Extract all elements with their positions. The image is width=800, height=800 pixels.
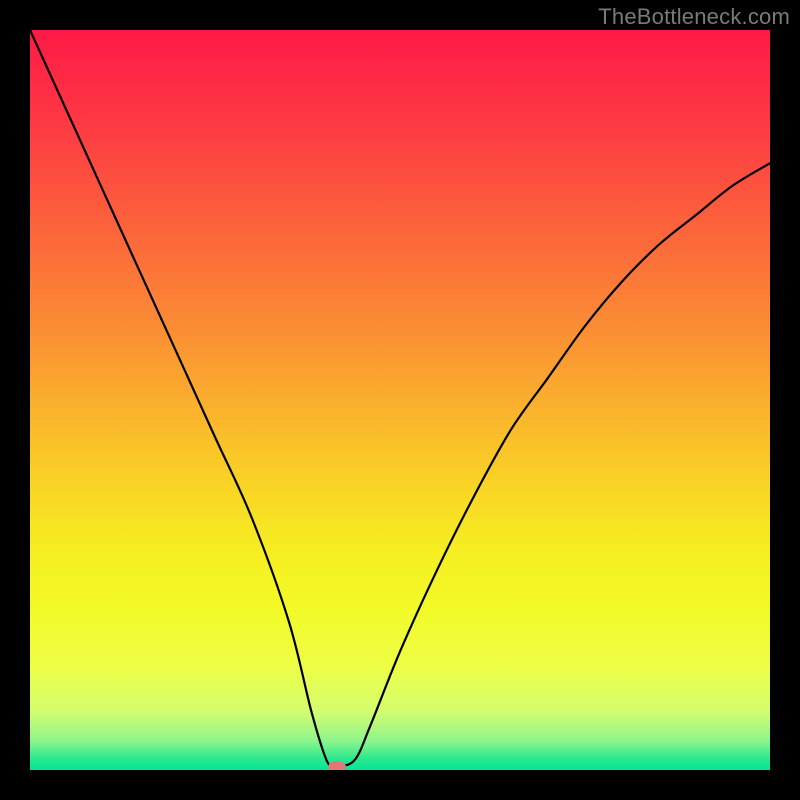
chart-frame: TheBottleneck.com	[0, 0, 800, 800]
gradient-background	[30, 30, 770, 770]
plot-area	[30, 30, 770, 770]
bottleneck-chart	[30, 30, 770, 770]
watermark-text: TheBottleneck.com	[598, 4, 790, 30]
